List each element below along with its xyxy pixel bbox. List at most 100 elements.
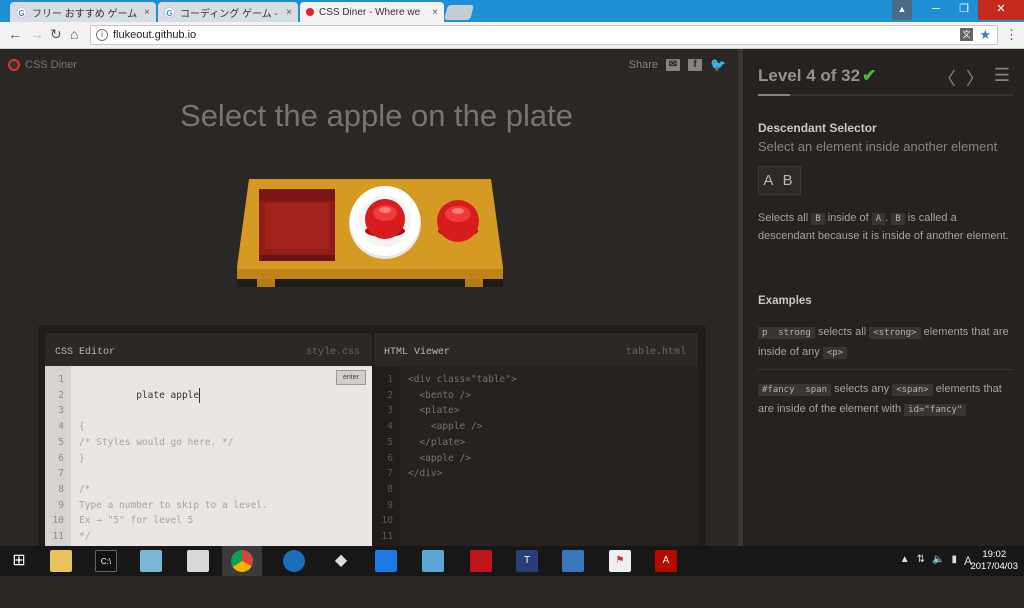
selector-description: Selects all B inside of A. B is called a… (758, 210, 1013, 245)
next-level-icon[interactable]: 〉 (966, 65, 984, 91)
app-t-icon[interactable]: T (516, 550, 538, 572)
clock-date: 2017/04/03 (970, 561, 1018, 572)
code-line: 6 (387, 452, 393, 464)
example-text: selects any (834, 383, 890, 395)
desc-text: inside of (827, 212, 869, 224)
apple-on-plate[interactable] (365, 199, 405, 239)
forward-icon[interactable]: → (30, 26, 44, 42)
bento-box[interactable] (259, 189, 335, 261)
url-bar[interactable]: i flukeout.github.io 文 ★ (90, 25, 998, 45)
translate-icon[interactable]: 文 (960, 28, 973, 41)
chrome-icon[interactable] (231, 550, 253, 572)
code-line: { (79, 421, 85, 433)
code-line: 6 (58, 452, 64, 464)
level-menu-icon[interactable]: ☰ (994, 65, 1010, 91)
bookmark-star-icon[interactable]: ★ (979, 26, 991, 44)
new-tab-button[interactable] (443, 5, 475, 20)
code-line: */ (79, 531, 91, 543)
twitter-icon[interactable]: 🐦 (710, 58, 726, 71)
folder-icon[interactable] (422, 550, 444, 572)
volume-icon[interactable]: 🔈 (932, 554, 944, 568)
tab-close-icon[interactable]: × (144, 7, 150, 18)
css-selector-input[interactable]: plate apple (136, 387, 201, 404)
clock-time: 19:02 (982, 549, 1007, 560)
tray-expand-icon[interactable]: ▲ (900, 554, 910, 568)
wordpad-icon[interactable] (187, 550, 209, 572)
css-diner-logo[interactable]: CSS Diner (8, 59, 77, 71)
chrome-menu-icon[interactable]: ⋮ (1005, 28, 1018, 41)
facebook-icon[interactable]: f (688, 59, 702, 71)
tab-close-icon[interactable]: × (286, 7, 292, 18)
file-explorer-icon[interactable] (50, 550, 72, 572)
google-icon: G (164, 6, 175, 18)
html-viewer-title: HTML Viewer (384, 347, 451, 358)
code-line: 9 (387, 499, 393, 511)
code-line: <div class="table"> (408, 374, 517, 385)
code-line: 8 (387, 483, 393, 495)
code-line: 5 (58, 436, 64, 448)
reload-icon[interactable]: ↻ (50, 26, 62, 43)
network-icon[interactable]: ⇅ (917, 554, 925, 568)
window-controls: ▲ ─ ❐ ✕ (892, 0, 1024, 22)
logo-icon (8, 59, 20, 71)
html-viewer-header: HTML Viewer table.html (374, 333, 698, 366)
game-area: CSS Diner Share ✉ f 🐦 Select the apple o… (0, 49, 738, 546)
css-code-area[interactable]: 1 2 3 4 5 6 7 8 9 10 11 plate apple {/* Styles wou… (45, 366, 372, 546)
url-text: flukeout.github.io (113, 29, 197, 41)
selector-title: Select an element inside another element (758, 139, 998, 154)
restore-button[interactable]: ❐ (950, 0, 978, 20)
code-line: 2 (58, 389, 64, 401)
minimize-button[interactable]: ─ (922, 0, 950, 20)
user-profile-icon[interactable]: ▲ (892, 0, 912, 20)
back-icon[interactable]: ← (8, 26, 22, 42)
filezilla-icon[interactable] (470, 550, 492, 572)
example-2: #fancy span selects any <span> elements … (758, 380, 1013, 420)
tab-close-icon[interactable]: × (432, 7, 438, 18)
table-leg (465, 279, 483, 287)
previous-level-icon[interactable]: 〈 (938, 65, 956, 91)
inkscape-icon[interactable]: ◆ (330, 550, 352, 572)
home-icon[interactable]: ⌂ (70, 26, 78, 42)
info-icon[interactable]: i (96, 29, 108, 41)
close-window-button[interactable]: ✕ (978, 0, 1024, 20)
level-navigation: 〈 〉 ☰ (938, 65, 1010, 91)
code-line: Ex → "5" for level 5 (79, 515, 194, 527)
code-line: </plate> (408, 436, 466, 448)
example-code: id="fancy" (904, 404, 967, 416)
app-flag-icon[interactable]: ⚑ (609, 550, 631, 572)
tab-google-2[interactable]: G コーディング ゲーム - Googl × (158, 2, 298, 22)
app-blue-icon[interactable] (283, 550, 305, 572)
level-progress-bar (758, 94, 1013, 96)
dropbox-icon[interactable] (375, 550, 397, 572)
level-instruction: Select the apple on the plate (180, 98, 573, 133)
cmd-icon[interactable]: C:\ (95, 550, 117, 572)
acrobat-icon[interactable]: A (655, 550, 677, 572)
tab-google-1[interactable]: G フリー おすすめ ゲーム - Go × (10, 2, 156, 22)
taskbar-clock[interactable]: 19:02 2017/04/03 (970, 549, 1018, 573)
share-bar: Share ✉ f 🐦 (629, 58, 726, 71)
desc-text: Selects all (758, 212, 809, 224)
code-line: 5 (387, 436, 393, 448)
html-code-area: 1 2 3 4 5 6 7 8 9 10 11 <div class="table"> <bento… (374, 366, 698, 546)
level-text: Level 4 of 32 (758, 66, 861, 85)
enter-button[interactable]: enter (336, 370, 366, 385)
tab-css-diner[interactable]: CSS Diner - Where we × (300, 2, 444, 22)
windows-start-icon[interactable]: ⊞ (8, 550, 30, 572)
code-line: } (79, 452, 85, 464)
code-line: <bento /> (408, 389, 471, 401)
tab-title: CSS Diner - Where we (319, 6, 421, 18)
apple[interactable] (437, 200, 479, 242)
desc-code: B (891, 213, 905, 225)
app-pen-icon[interactable] (562, 550, 584, 572)
desc-text: . (885, 212, 889, 224)
notepad-icon[interactable] (140, 550, 162, 572)
google-icon: G (16, 6, 27, 18)
tab-title: コーディング ゲーム - Googl (180, 8, 281, 20)
code-line: 10 (52, 515, 64, 527)
battery-icon[interactable]: ▮ (951, 554, 957, 568)
email-icon[interactable]: ✉ (666, 59, 680, 71)
